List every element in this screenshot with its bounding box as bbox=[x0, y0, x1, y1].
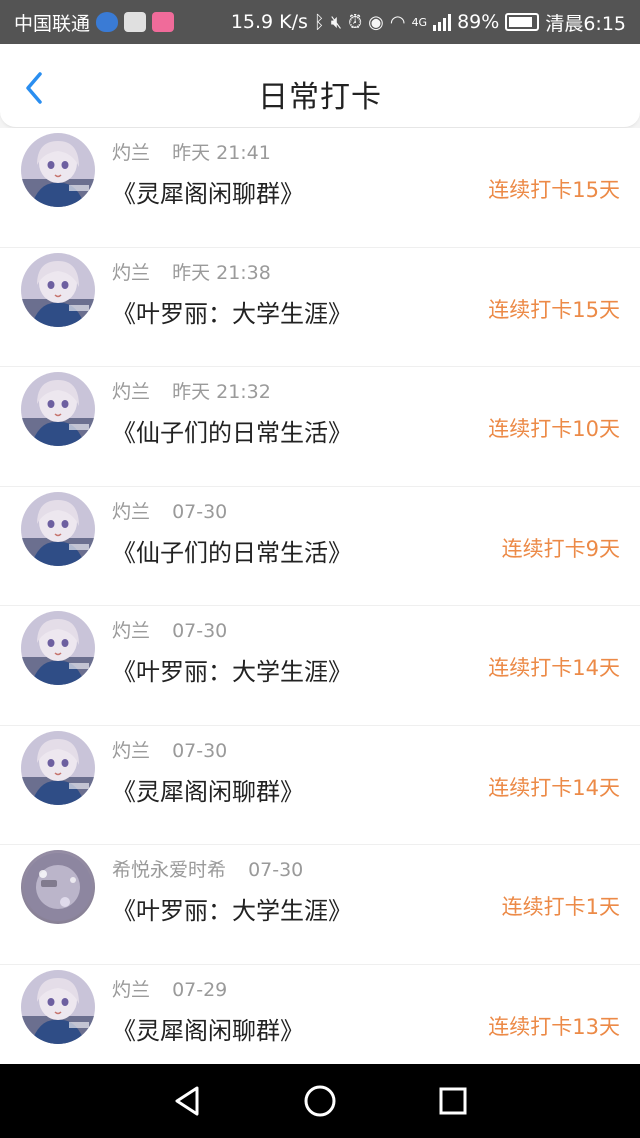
status-bar-right: 15.9 K/s ᛒ 🔇︎ ⏰︎ ◉ ◠ 4G 89% 清晨6:15 bbox=[231, 9, 626, 36]
checkin-time: 07-30 bbox=[172, 739, 228, 762]
user-name[interactable]: 灼兰 bbox=[112, 142, 150, 164]
anime-girl-avatar-image bbox=[21, 252, 95, 327]
book-title[interactable]: 《仙子们的日常生活》 bbox=[112, 413, 352, 448]
book-title[interactable]: 《叶罗丽：大学生涯》 bbox=[112, 294, 352, 329]
checkin-meta: 灼兰 昨天 21:38 bbox=[112, 258, 271, 285]
user-name[interactable]: 灼兰 bbox=[112, 979, 150, 1001]
user-avatar[interactable] bbox=[21, 850, 95, 924]
user-name[interactable]: 灼兰 bbox=[112, 262, 150, 284]
book-title[interactable]: 《灵犀阁闲聊群》 bbox=[112, 174, 304, 209]
nav-home-button[interactable] bbox=[290, 1071, 350, 1131]
checkin-time: 昨天 21:32 bbox=[172, 381, 271, 403]
anime-girl-avatar-image bbox=[21, 730, 95, 805]
checkin-meta: 灼兰 昨天 21:32 bbox=[112, 377, 271, 404]
wifi-icon: ◠ bbox=[389, 11, 406, 33]
checkin-time: 07-29 bbox=[172, 978, 228, 1001]
page-header: 日常打卡 bbox=[0, 44, 640, 128]
network-type: 4G bbox=[411, 15, 428, 29]
checkin-meta: 灼兰 07-30 bbox=[112, 736, 227, 763]
user-name[interactable]: 灼兰 bbox=[112, 501, 150, 523]
user-avatar[interactable] bbox=[21, 611, 95, 685]
streak-label: 连续打卡14天 bbox=[488, 775, 620, 800]
checkin-time: 昨天 21:41 bbox=[172, 142, 271, 164]
checkin-row[interactable]: 灼兰 07-30 《灵犀阁闲聊群》 连续打卡14天 bbox=[0, 726, 640, 845]
net-speed: 15.9 K/s bbox=[230, 11, 308, 33]
checkin-row[interactable]: 灼兰 07-30 《叶罗丽：大学生涯》 连续打卡14天 bbox=[0, 606, 640, 726]
status-bar: 中国联通 15.9 K/s ᛒ 🔇︎ ⏰︎ ◉ ◠ 4G 89% 清晨6:15 bbox=[0, 0, 640, 44]
streak-label: 连续打卡10天 bbox=[488, 417, 620, 441]
user-avatar[interactable] bbox=[21, 372, 95, 446]
user-avatar[interactable] bbox=[21, 252, 95, 327]
book-title[interactable]: 《灵犀阁闲聊群》 bbox=[112, 1011, 304, 1046]
user-name[interactable]: 灼兰 bbox=[112, 620, 150, 642]
page-title: 日常打卡 bbox=[258, 80, 382, 115]
battery-percent: 89% bbox=[457, 11, 500, 33]
anime-girl-avatar-image bbox=[21, 372, 95, 446]
alarm-icon: ⏰︎ bbox=[348, 11, 363, 33]
sparkle-avatar-image bbox=[24, 853, 92, 921]
user-name[interactable]: 希悦永爱时希 bbox=[112, 859, 226, 881]
grid-app-icon bbox=[152, 12, 175, 32]
carrier-label: 中国联通 bbox=[14, 12, 91, 35]
checkin-row[interactable]: 灼兰 07-29 《灵犀阁闲聊群》 连续打卡13天 bbox=[0, 965, 640, 1065]
user-name[interactable]: 灼兰 bbox=[112, 740, 150, 762]
shield-app-icon bbox=[96, 12, 119, 32]
nav-back-button[interactable] bbox=[157, 1071, 217, 1131]
checkin-time: 昨天 21:38 bbox=[172, 261, 271, 284]
book-title[interactable]: 《仙子们的日常生活》 bbox=[112, 533, 352, 568]
system-nav-bar bbox=[0, 1064, 640, 1138]
checkin-time: 07-30 bbox=[172, 620, 228, 642]
streak-label: 连续打卡14天 bbox=[488, 656, 620, 680]
user-avatar[interactable] bbox=[21, 133, 95, 207]
book-title[interactable]: 《叶罗丽：大学生涯》 bbox=[112, 652, 352, 687]
checkin-time: 07-30 bbox=[248, 859, 304, 881]
checkin-meta: 灼兰 昨天 21:41 bbox=[112, 138, 271, 165]
user-avatar[interactable] bbox=[21, 969, 95, 1044]
clock: 清晨6:15 bbox=[545, 12, 626, 35]
bluetooth-icon: ᛒ bbox=[313, 11, 325, 33]
checkin-meta: 灼兰 07-30 bbox=[112, 497, 227, 524]
book-title[interactable]: 《灵犀阁闲聊群》 bbox=[112, 772, 304, 807]
user-avatar[interactable] bbox=[21, 730, 95, 805]
streak-label: 连续打卡1天 bbox=[501, 895, 620, 919]
checkin-meta: 灼兰 07-29 bbox=[112, 975, 227, 1002]
anime-girl-avatar-image bbox=[21, 969, 95, 1044]
streak-label: 连续打卡13天 bbox=[488, 1014, 620, 1039]
eye-icon: ◉ bbox=[368, 11, 384, 33]
triangle-back-icon bbox=[175, 1086, 199, 1116]
book-title[interactable]: 《叶罗丽：大学生涯》 bbox=[112, 891, 352, 926]
checkin-time: 07-30 bbox=[172, 500, 228, 523]
checkin-row[interactable]: 灼兰 昨天 21:41 《灵犀阁闲聊群》 连续打卡15天 bbox=[0, 128, 640, 248]
streak-label: 连续打卡15天 bbox=[488, 178, 620, 202]
streak-label: 连续打卡9天 bbox=[501, 536, 620, 561]
checkin-row[interactable]: 希悦永爱时希 07-30 《叶罗丽：大学生涯》 连续打卡1天 bbox=[0, 845, 640, 965]
face-app-icon bbox=[124, 12, 147, 32]
battery-icon bbox=[505, 13, 540, 31]
square-recent-icon bbox=[439, 1087, 467, 1115]
streak-label: 连续打卡15天 bbox=[488, 297, 620, 322]
status-bar-left: 中国联通 bbox=[14, 9, 175, 36]
checkin-meta: 希悦永爱时希 07-30 bbox=[112, 855, 303, 882]
anime-girl-avatar-image bbox=[21, 133, 95, 207]
user-name[interactable]: 灼兰 bbox=[112, 381, 150, 403]
signal-icon bbox=[433, 13, 452, 31]
user-avatar[interactable] bbox=[21, 491, 95, 566]
checkin-row[interactable]: 灼兰 07-30 《仙子们的日常生活》 连续打卡9天 bbox=[0, 487, 640, 606]
anime-girl-avatar-image bbox=[21, 491, 95, 566]
mute-icon: 🔇︎ bbox=[330, 11, 343, 33]
checkin-row[interactable]: 灼兰 昨天 21:38 《叶罗丽：大学生涯》 连续打卡15天 bbox=[0, 248, 640, 367]
checkin-meta: 灼兰 07-30 bbox=[112, 616, 227, 643]
nav-recent-button[interactable] bbox=[423, 1071, 483, 1131]
checkin-list[interactable]: 灼兰 昨天 21:41 《灵犀阁闲聊群》 连续打卡15天 灼兰 昨天 21:38 bbox=[0, 128, 640, 1064]
anime-girl-avatar-image bbox=[21, 611, 95, 685]
checkin-row[interactable]: 灼兰 昨天 21:32 《仙子们的日常生活》 连续打卡10天 bbox=[0, 367, 640, 487]
circle-home-icon bbox=[304, 1085, 336, 1117]
